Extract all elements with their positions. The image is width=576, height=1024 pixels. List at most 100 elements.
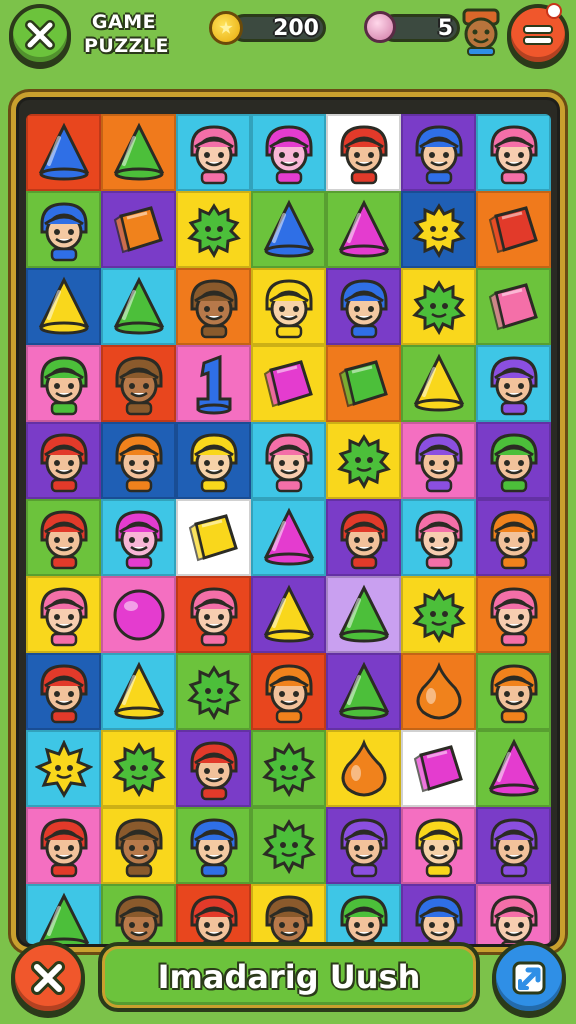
cube-yellow-icon (188, 513, 238, 561)
board-tile[interactable] (326, 807, 401, 884)
face-blue-icon (190, 817, 237, 877)
board-tile[interactable] (326, 268, 401, 345)
board-tile[interactable] (401, 345, 476, 422)
board-tile[interactable] (101, 576, 176, 653)
one-blue-icon (196, 354, 231, 414)
board-tile[interactable] (101, 345, 176, 422)
cube-orange-icon (113, 205, 163, 253)
face-blue-icon (415, 124, 462, 184)
board-tile[interactable] (401, 807, 476, 884)
board-tile[interactable] (176, 268, 251, 345)
board-tile[interactable] (326, 576, 401, 653)
face-green-icon (490, 432, 537, 492)
board-tile[interactable] (326, 422, 401, 499)
board-tile[interactable] (476, 653, 551, 730)
board-tile[interactable] (176, 114, 251, 191)
board-tile[interactable] (251, 499, 326, 576)
board-tile[interactable] (401, 422, 476, 499)
orb-magenta-icon (113, 589, 164, 640)
board-tile[interactable] (401, 499, 476, 576)
board-tile[interactable] (476, 730, 551, 807)
board-tile[interactable] (26, 422, 101, 499)
board-tile[interactable] (26, 345, 101, 422)
board-tile[interactable] (251, 730, 326, 807)
close-button[interactable] (9, 4, 71, 66)
board-tile[interactable] (251, 345, 326, 422)
board-tile[interactable] (476, 422, 551, 499)
board-tile[interactable] (101, 807, 176, 884)
board-tile[interactable] (251, 268, 326, 345)
board-tile[interactable] (101, 730, 176, 807)
board-tile[interactable] (26, 114, 101, 191)
face-magenta-icon (265, 124, 312, 184)
board-tile[interactable] (401, 730, 476, 807)
player-avatar-icon[interactable] (458, 6, 504, 56)
board-tile[interactable] (101, 114, 176, 191)
board-tile[interactable] (476, 499, 551, 576)
board-tile[interactable] (251, 114, 326, 191)
face-purple-icon (340, 817, 387, 877)
swap-arrow-icon (512, 961, 546, 995)
board-tile[interactable] (476, 576, 551, 653)
board-tile[interactable] (326, 653, 401, 730)
face-red-icon (40, 432, 87, 492)
board-tile[interactable] (401, 191, 476, 268)
board-tile[interactable] (101, 422, 176, 499)
close-x-icon (31, 961, 65, 995)
cone-blue-icon (38, 122, 89, 180)
face-blue-icon (340, 278, 387, 338)
board-tile[interactable] (176, 191, 251, 268)
board-tile[interactable] (401, 268, 476, 345)
board-tile[interactable] (101, 268, 176, 345)
notification-badge (546, 3, 562, 19)
board-tile[interactable] (176, 422, 251, 499)
board-tile[interactable] (26, 730, 101, 807)
board-tile[interactable] (326, 114, 401, 191)
cube-pink-icon (488, 282, 538, 330)
board-tile[interactable] (26, 807, 101, 884)
board-tile[interactable] (326, 191, 401, 268)
face-pink-icon (40, 586, 87, 646)
board-tile[interactable] (251, 191, 326, 268)
board-tile[interactable] (476, 345, 551, 422)
board-tile[interactable] (326, 730, 401, 807)
board-tile[interactable] (251, 422, 326, 499)
cube-magenta-icon (263, 359, 313, 407)
board-tile[interactable] (101, 191, 176, 268)
board-tile[interactable] (176, 576, 251, 653)
board-tile[interactable] (176, 730, 251, 807)
cube-magenta-icon (413, 744, 463, 792)
cancel-button[interactable] (11, 941, 85, 1015)
board-tile[interactable] (401, 114, 476, 191)
board-tile[interactable] (26, 191, 101, 268)
board-tile[interactable] (176, 653, 251, 730)
face-red-icon (40, 817, 87, 877)
board-tile[interactable] (26, 499, 101, 576)
blob-yellow-icon (411, 202, 466, 258)
face-orange-icon (265, 663, 312, 723)
board-tile[interactable] (176, 499, 251, 576)
board-tile[interactable] (476, 191, 551, 268)
board-tile[interactable] (326, 345, 401, 422)
board-tile[interactable] (251, 807, 326, 884)
board-tile[interactable] (326, 499, 401, 576)
face-green-icon (40, 355, 87, 415)
board-tile[interactable] (26, 268, 101, 345)
board-tile[interactable] (26, 653, 101, 730)
board-tile[interactable] (401, 653, 476, 730)
face-brown-icon (190, 278, 237, 338)
board-tile[interactable] (101, 653, 176, 730)
board-tile[interactable] (476, 807, 551, 884)
swap-button[interactable] (492, 941, 566, 1015)
board-tile[interactable] (26, 576, 101, 653)
board-tile[interactable] (176, 807, 251, 884)
board-tile[interactable] (176, 345, 251, 422)
puzzle-board[interactable] (26, 114, 551, 944)
board-tile[interactable] (401, 576, 476, 653)
board-tile[interactable] (476, 114, 551, 191)
board-tile[interactable] (251, 653, 326, 730)
face-purple-icon (490, 355, 537, 415)
board-tile[interactable] (251, 576, 326, 653)
board-tile[interactable] (476, 268, 551, 345)
board-tile[interactable] (101, 499, 176, 576)
